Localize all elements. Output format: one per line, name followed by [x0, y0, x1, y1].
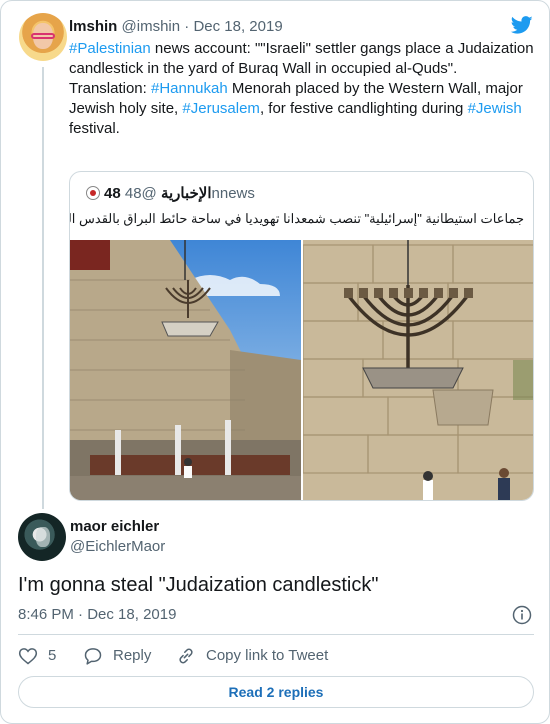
header-separator: · [184, 18, 190, 35]
copy-link-label: Copy link to Tweet [206, 647, 329, 664]
tweet-text-part: Translation: [69, 80, 151, 97]
like-button[interactable]: 5 [18, 646, 56, 666]
tweet-date[interactable]: Dec 18, 2019 [193, 18, 282, 35]
reply-time: 8:46 PM [18, 606, 74, 623]
hashtag-jerusalem[interactable]: #Jerusalem [182, 100, 260, 117]
tweet-embed-card: lmshin @imshin · Dec 18, 2019 #Palestini… [0, 0, 550, 724]
photo-wide-graphic [70, 240, 301, 500]
reply-author-name[interactable]: maor eichler [70, 517, 159, 537]
quoted-tweet[interactable]: 48 الإخبارية @48nnews جماعات استيطانية "… [69, 171, 534, 501]
photo-menorah-closeup[interactable] [303, 240, 533, 500]
author-name[interactable]: lmshin [69, 18, 117, 35]
tweet-text-part: festival. [69, 120, 120, 137]
quote-text: جماعات استيطانية "إسرائيلية" تنصب شمعدان… [69, 211, 524, 226]
tweet-header: lmshin @imshin · Dec 18, 2019 [69, 17, 283, 37]
quote-author-name[interactable]: 48 الإخبارية [104, 185, 212, 202]
reply-timestamp[interactable]: 8:46 PM · Dec 18, 2019 [18, 605, 176, 625]
reply-author-handle[interactable]: @EichlerMaor [70, 537, 165, 557]
read-replies-button[interactable]: Read 2 replies [18, 676, 534, 708]
quote-avatar [86, 186, 100, 200]
hashtag-jewish[interactable]: #Jewish [468, 100, 522, 117]
twitter-bird-icon[interactable] [510, 14, 534, 36]
heart-icon [18, 648, 38, 665]
photo-closeup-graphic [303, 240, 533, 500]
reply-avatar[interactable] [18, 513, 66, 561]
avatar[interactable] [19, 13, 67, 61]
avatar-glint [36, 527, 50, 547]
hashtag-palestinian[interactable]: #Palestinian [69, 40, 151, 57]
reply-date: Dec 18, 2019 [87, 606, 177, 623]
thread-line [42, 67, 44, 509]
tweet-paragraph-2: Translation: #Hannukah Menorah placed by… [69, 79, 539, 139]
info-icon[interactable] [512, 605, 532, 625]
tweet-text-part: , for festive candlighting during [259, 100, 468, 117]
timestamp-separator: · [78, 606, 84, 623]
link-icon [179, 648, 193, 664]
copy-link-button[interactable]: Copy link to Tweet [176, 646, 328, 666]
tweet-paragraph-1: #Palestinian news account: ""Israeli" se… [69, 39, 539, 79]
reply-label: Reply [113, 647, 152, 664]
author-handle[interactable]: @imshin [122, 18, 181, 35]
speech-bubble-icon [84, 648, 102, 665]
tweet-text: #Palestinian news account: ""Israeli" se… [69, 39, 539, 139]
reply-text: I'm gonna steal "Judaization candlestick… [18, 574, 379, 596]
reply-button[interactable]: Reply [83, 646, 151, 666]
avatar-glasses [31, 33, 55, 39]
divider [18, 634, 534, 635]
quote-header: 48 الإخبارية @48nnews [86, 184, 255, 204]
like-count: 5 [48, 647, 57, 664]
photo-menorah-wide[interactable] [70, 240, 301, 500]
hashtag-hannukah[interactable]: #Hannukah [151, 80, 228, 97]
